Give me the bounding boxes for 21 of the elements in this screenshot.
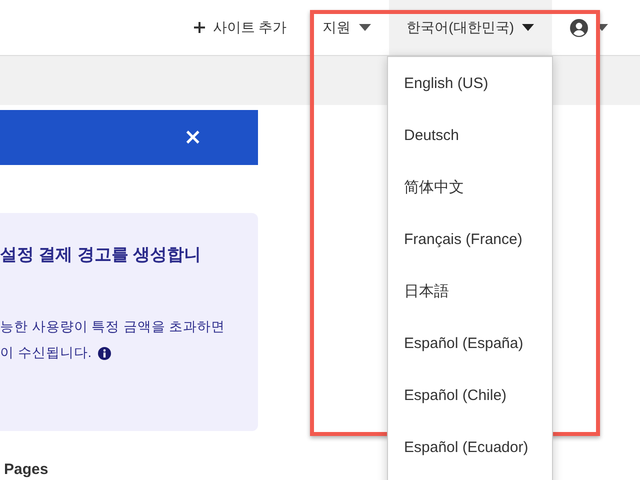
language-option[interactable]: 日本語 [388,265,552,317]
language-option[interactable]: Deutsch [388,109,552,161]
language-option[interactable]: 简体中文 [388,161,552,213]
plus-icon [194,22,205,33]
info-icon[interactable] [98,346,111,360]
language-option[interactable]: English (US) [388,57,552,109]
alert-text: 이 수신됩니다. [0,344,92,362]
alert-text: 능한 사용량이 특정 금액을 초과하면 [0,318,226,336]
section-heading: Pages [3,461,48,478]
caret-icon [358,24,371,31]
support-menu[interactable]: 지원 [304,0,389,55]
language-option[interactable]: Español (España) [388,317,552,369]
language-option[interactable]: Español (Chile) [388,369,552,421]
language-menu[interactable]: 한국어(대한민국) [388,0,552,55]
language-option[interactable]: Français (France) [388,213,552,265]
user-avatar-icon [570,18,588,36]
add-site-button[interactable]: 사이트 추가 [176,0,305,55]
alert-title: 설정 결제 경고를 생성합니 [0,244,202,266]
close-button[interactable]: × [180,124,206,150]
caret-icon [522,24,534,31]
language-option[interactable]: Español (Ecuador) [388,421,552,473]
